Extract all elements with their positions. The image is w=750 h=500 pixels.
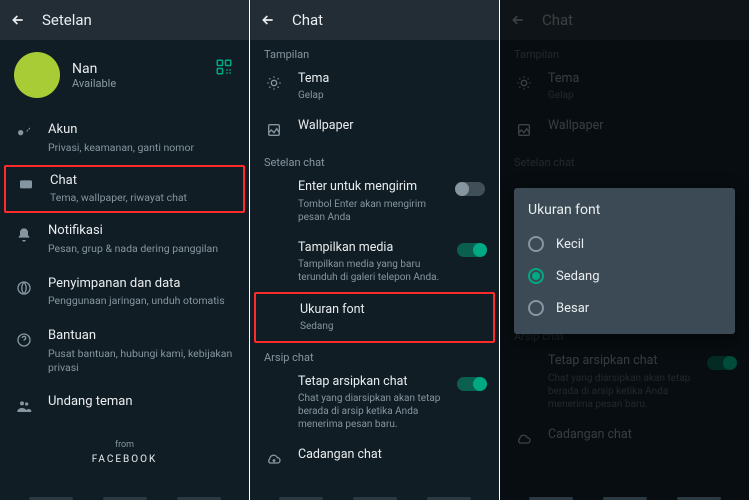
toggle-archive[interactable] bbox=[457, 377, 485, 391]
settings-item-chat[interactable]: ChatTema, wallpaper, riwayat chat bbox=[4, 165, 245, 214]
item-label: Chat bbox=[50, 173, 233, 190]
settings-item-storage[interactable]: Penyimpanan dan dataPenggunaan jaringan,… bbox=[0, 266, 249, 319]
chat-item-wallpaper[interactable]: Wallpaper bbox=[250, 110, 499, 148]
item-label: Enter untuk mengirim bbox=[298, 179, 443, 195]
section-chat-settings: Setelan chat bbox=[250, 148, 499, 171]
radio-icon bbox=[528, 236, 544, 252]
chat-item-theme[interactable]: Tema Gelap bbox=[250, 63, 499, 110]
fontsize-option-kecil[interactable]: Kecil bbox=[528, 228, 721, 260]
radio-icon bbox=[528, 300, 544, 316]
chat-item-fontsize[interactable]: Ukuran font Sedang bbox=[254, 292, 495, 343]
item-sub: Gelap bbox=[298, 89, 485, 102]
item-label: Undang teman bbox=[48, 394, 235, 411]
topbar: Setelan bbox=[0, 0, 249, 40]
fontsize-dialog: Ukuran font Kecil Sedang Besar bbox=[514, 188, 735, 334]
nav-bar bbox=[0, 496, 249, 500]
chat-item-media[interactable]: Tampilkan media Tampilkan media yang baru… bbox=[250, 232, 499, 292]
item-sub: Tombol Enter akan mengirim pesan Anda bbox=[298, 198, 443, 224]
section-archive: Arsip chat bbox=[250, 343, 499, 366]
item-sub: Pesan, grup & nada dering panggilan bbox=[48, 242, 235, 256]
item-label: Akun bbox=[48, 122, 235, 139]
key-icon bbox=[14, 124, 34, 144]
toggle-enter[interactable] bbox=[457, 182, 485, 196]
item-label: Cadangan chat bbox=[298, 447, 485, 463]
profile-name: Nan bbox=[72, 61, 116, 77]
item-sub: Penggunaan jaringan, unduh otomatis bbox=[48, 294, 235, 308]
avatar bbox=[14, 52, 60, 98]
help-icon bbox=[14, 330, 34, 350]
wallpaper-icon bbox=[264, 120, 284, 140]
topbar: Chat bbox=[250, 0, 499, 40]
back-icon[interactable] bbox=[10, 12, 26, 28]
settings-item-notifications[interactable]: Notifikasi Pesan, grup & nada dering pang… bbox=[0, 213, 249, 266]
item-sub: Sedang bbox=[300, 320, 479, 333]
profile-status: Available bbox=[72, 77, 116, 90]
profile-row[interactable]: Nan Available bbox=[0, 40, 249, 112]
page-title: Chat bbox=[292, 11, 323, 29]
nav-bar bbox=[250, 496, 499, 500]
chat-item-backup[interactable]: Cadangan chat bbox=[250, 439, 499, 477]
item-sub: Tampilkan media yang baru terunduh di ga… bbox=[298, 258, 443, 284]
option-label: Besar bbox=[556, 301, 589, 316]
option-label: Sedang bbox=[556, 269, 600, 284]
radio-icon bbox=[528, 268, 544, 284]
cloud-icon bbox=[264, 449, 284, 469]
page-title: Setelan bbox=[42, 11, 92, 29]
settings-item-help[interactable]: Bantuan Pusat bantuan, hubungi kami, kebi… bbox=[0, 318, 249, 384]
toggle-media[interactable] bbox=[457, 243, 485, 257]
settings-screen: Setelan Nan Available Akun Privasi, keama… bbox=[0, 0, 250, 500]
theme-icon bbox=[264, 73, 284, 93]
item-sub: Tema, wallpaper, riwayat chat bbox=[50, 191, 233, 205]
item-label: Tetap arsipkan chat bbox=[298, 374, 443, 390]
chat-settings-dialog-screen: Chat Tampilan TemaGelap Wallpaper Setela… bbox=[500, 0, 750, 500]
footer-from: from bbox=[0, 440, 249, 450]
item-label: Tema bbox=[298, 71, 485, 87]
fontsize-option-sedang[interactable]: Sedang bbox=[528, 260, 721, 292]
item-sub: Chat yang diarsipkan akan tetap berada d… bbox=[298, 392, 443, 431]
footer: from FACEBOOK bbox=[0, 440, 249, 465]
item-label: Ukuran font bbox=[300, 302, 479, 318]
chat-item-archive[interactable]: Tetap arsipkan chat Chat yang diarsipkan … bbox=[250, 366, 499, 439]
footer-brand: FACEBOOK bbox=[0, 454, 249, 465]
dialog-title: Ukuran font bbox=[528, 202, 721, 218]
chat-settings-screen: Chat Tampilan Tema Gelap Wallpaper Setela… bbox=[250, 0, 500, 500]
settings-item-account[interactable]: Akun Privasi, keamanan, ganti nomor bbox=[0, 112, 249, 165]
chat-icon bbox=[16, 175, 36, 195]
back-icon[interactable] bbox=[260, 12, 276, 28]
item-label: Bantuan bbox=[48, 328, 235, 345]
item-sub: Privasi, keamanan, ganti nomor bbox=[48, 141, 235, 155]
nav-bar bbox=[500, 496, 749, 500]
data-icon bbox=[14, 278, 34, 298]
people-icon bbox=[14, 396, 34, 416]
chat-item-enter[interactable]: Enter untuk mengirim Tombol Enter akan me… bbox=[250, 171, 499, 231]
fontsize-option-besar[interactable]: Besar bbox=[528, 292, 721, 324]
qr-icon[interactable] bbox=[215, 58, 233, 80]
item-label: Penyimpanan dan data bbox=[48, 276, 235, 293]
item-label: Wallpaper bbox=[298, 118, 485, 134]
settings-item-invite[interactable]: Undang teman bbox=[0, 384, 249, 426]
bell-icon bbox=[14, 225, 34, 245]
item-sub: Pusat bantuan, hubungi kami, kebijakan p… bbox=[48, 347, 235, 374]
item-label: Notifikasi bbox=[48, 223, 235, 240]
option-label: Kecil bbox=[556, 237, 584, 252]
item-label: Tampilkan media bbox=[298, 240, 443, 256]
section-display: Tampilan bbox=[250, 40, 499, 63]
